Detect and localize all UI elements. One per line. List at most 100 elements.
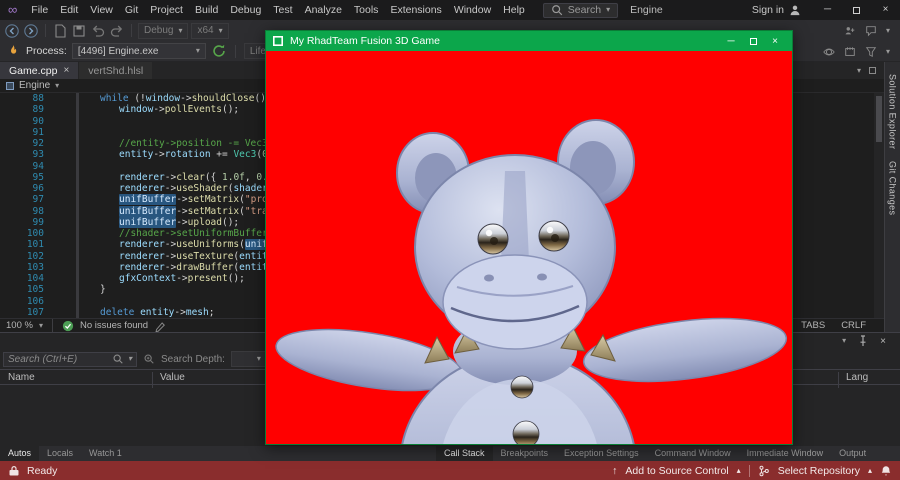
process-dropdown[interactable]: [4496] Engine.exe ▾ <box>71 43 206 59</box>
menu-item-test[interactable]: Test <box>267 0 298 20</box>
project-dropdown[interactable]: Engine <box>19 80 50 91</box>
zoom-dropdown-icon[interactable]: ▾ <box>39 321 43 330</box>
menu-item-git[interactable]: Git <box>119 0 144 20</box>
panel-options-icon[interactable]: ▾ <box>842 337 846 345</box>
float-window-icon[interactable] <box>869 67 876 74</box>
watch-icon[interactable] <box>823 46 835 58</box>
navigate-back-icon[interactable] <box>4 23 20 39</box>
tabs-indicator[interactable]: TABS <box>801 320 825 331</box>
column-header-lang[interactable]: Lang <box>846 372 868 383</box>
line-number[interactable]: 88 <box>0 93 54 104</box>
zoom-level[interactable]: 100 % <box>6 320 33 331</box>
column-header-name[interactable]: Name <box>8 372 35 383</box>
panel-tab-breakpoints[interactable]: Breakpoints <box>493 446 557 461</box>
line-ending-indicator[interactable]: CRLF <box>841 320 866 331</box>
navigate-forward-icon[interactable] <box>23 23 39 39</box>
undo-icon[interactable] <box>90 23 106 39</box>
quick-search-box[interactable]: Search ▾ <box>542 2 619 18</box>
menu-item-edit[interactable]: Edit <box>54 0 84 20</box>
panel-tab-output[interactable]: Output <box>831 446 874 461</box>
game-close-button[interactable]: × <box>764 31 786 51</box>
save-icon[interactable] <box>71 23 87 39</box>
solution-platforms-dropdown[interactable]: x64 ▾ <box>191 22 229 39</box>
memory-icon[interactable] <box>844 46 856 58</box>
menu-item-build[interactable]: Build <box>189 0 224 20</box>
line-number[interactable]: 91 <box>0 127 54 138</box>
autos-search-input[interactable]: Search (Ctrl+E) ▾ <box>3 351 137 367</box>
line-number[interactable]: 94 <box>0 161 54 172</box>
menu-item-window[interactable]: Window <box>448 0 497 20</box>
search-depth-dropdown[interactable]: ▾ <box>230 351 267 367</box>
side-tab-solution-explorer[interactable]: Solution Explorer <box>888 74 898 149</box>
editor-tab-game-cpp[interactable]: Game.cpp × <box>0 62 79 79</box>
game-titlebar[interactable]: My RhadTeam Fusion 3D Game ─ × <box>266 31 792 51</box>
funnel-icon[interactable] <box>865 46 877 58</box>
active-files-dropdown-icon[interactable]: ▾ <box>857 66 861 75</box>
game-minimize-button[interactable]: ─ <box>720 31 742 51</box>
line-number[interactable]: 103 <box>0 262 54 273</box>
code-token: -> <box>164 261 177 273</box>
line-number[interactable]: 104 <box>0 273 54 284</box>
line-number[interactable]: 102 <box>0 251 54 262</box>
menu-item-project[interactable]: Project <box>144 0 189 20</box>
line-number[interactable]: 100 <box>0 228 54 239</box>
game-maximize-button[interactable] <box>742 31 764 51</box>
menu-item-help[interactable]: Help <box>497 0 531 20</box>
edit-pencil-icon[interactable] <box>154 320 166 332</box>
panel-tab-watch-1[interactable]: Watch 1 <box>81 446 130 461</box>
game-viewport[interactable] <box>266 51 792 444</box>
line-number[interactable]: 99 <box>0 217 54 228</box>
sign-in-button[interactable]: Sign in <box>740 0 813 20</box>
bell-icon[interactable] <box>880 465 892 477</box>
panel-tab-command-window[interactable]: Command Window <box>647 446 739 461</box>
new-file-icon[interactable] <box>52 23 68 39</box>
tab-close-icon[interactable]: × <box>63 65 69 76</box>
close-button[interactable]: × <box>871 0 900 20</box>
panel-tab-autos[interactable]: Autos <box>0 446 40 461</box>
line-number[interactable]: 93 <box>0 149 54 160</box>
feedback-icon[interactable] <box>865 25 877 37</box>
menu-item-analyze[interactable]: Analyze <box>299 0 348 20</box>
line-number[interactable]: 106 <box>0 296 54 307</box>
menu-item-extensions[interactable]: Extensions <box>384 0 447 20</box>
line-number[interactable]: 89 <box>0 104 54 115</box>
refresh-process-icon[interactable] <box>211 43 227 59</box>
redo-icon[interactable] <box>109 23 125 39</box>
expand-search-icon[interactable] <box>143 353 155 365</box>
hot-reload-icon[interactable] <box>5 43 21 59</box>
line-number[interactable]: 96 <box>0 183 54 194</box>
side-tab-git-changes[interactable]: Git Changes <box>888 161 898 215</box>
issues-status-text[interactable]: No issues found <box>80 320 148 331</box>
menu-item-file[interactable]: File <box>25 0 54 20</box>
health-check-icon[interactable] <box>62 320 74 332</box>
menu-item-view[interactable]: View <box>84 0 119 20</box>
pin-icon[interactable] <box>857 335 869 347</box>
panel-close-icon[interactable]: × <box>880 336 886 347</box>
live-share-icon[interactable] <box>844 25 856 37</box>
panel-tab-locals[interactable]: Locals <box>39 446 81 461</box>
select-repository-button[interactable]: Select Repository <box>778 465 860 477</box>
line-number[interactable]: 97 <box>0 194 54 205</box>
menu-item-tools[interactable]: Tools <box>348 0 385 20</box>
panel-tab-immediate-window[interactable]: Immediate Window <box>739 446 832 461</box>
line-number[interactable]: 107 <box>0 307 54 318</box>
editor-tab-vertshd-hlsl[interactable]: vertShd.hlsl <box>79 62 153 79</box>
toolbar-overflow-icon[interactable]: ▾ <box>886 26 890 35</box>
panel-tab-exception-settings[interactable]: Exception Settings <box>556 446 647 461</box>
menu-item-debug[interactable]: Debug <box>224 0 267 20</box>
line-number[interactable]: 92 <box>0 138 54 149</box>
line-number[interactable]: 90 <box>0 116 54 127</box>
column-header-value[interactable]: Value <box>160 372 185 383</box>
minimize-button[interactable]: ─ <box>813 0 842 20</box>
toolbar-overflow-icon[interactable]: ▾ <box>886 47 890 56</box>
solution-configurations-dropdown[interactable]: Debug ▾ <box>138 22 189 39</box>
line-number[interactable]: 95 <box>0 172 54 183</box>
line-number[interactable]: 101 <box>0 239 54 250</box>
line-number[interactable]: 105 <box>0 284 54 295</box>
maximize-button[interactable] <box>842 0 871 20</box>
scrollbar-thumb[interactable] <box>876 96 882 142</box>
add-to-source-control-button[interactable]: Add to Source Control <box>625 465 728 477</box>
line-number[interactable]: 98 <box>0 206 54 217</box>
editor-scrollbar[interactable] <box>874 93 884 318</box>
panel-tab-call-stack[interactable]: Call Stack <box>436 446 493 461</box>
